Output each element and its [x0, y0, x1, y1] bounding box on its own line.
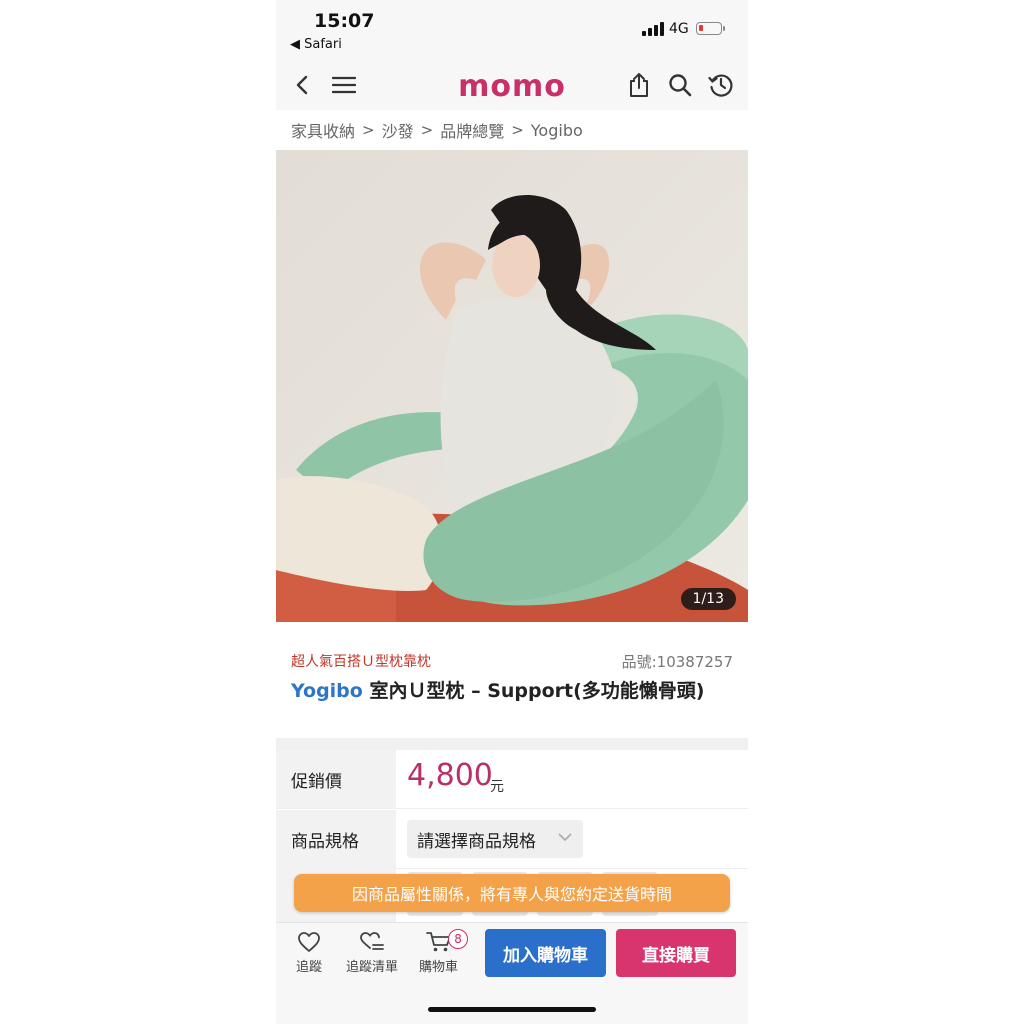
chevron-right-icon: > [362, 121, 375, 139]
product-title: Yogibo 室內Ｕ型枕 – Support(多功能懶骨頭) [291, 676, 704, 703]
status-time: 15:07 [314, 10, 375, 32]
top-nav: momo [276, 60, 748, 110]
network-type: 4G [669, 21, 689, 37]
breadcrumb-item-brands[interactable]: 品牌總覽 [440, 118, 504, 142]
history-icon[interactable] [704, 68, 738, 102]
follow-label: 追蹤 [296, 960, 323, 975]
delivery-notice-banner: 因商品屬性關係，將有專人與您約定送貨時間 [294, 874, 730, 912]
cart-label: 購物車 [419, 960, 459, 975]
wishlist-label: 追蹤清單 [346, 960, 399, 975]
add-to-cart-button[interactable]: 加入購物車 [485, 929, 606, 977]
chevron-right-icon: > [511, 121, 524, 139]
battery-icon [696, 22, 725, 35]
breadcrumb-item-furniture[interactable]: 家具收納 [291, 118, 355, 142]
price-row: 促銷價 4,800 元 [276, 750, 748, 809]
heart-list-icon [360, 932, 384, 950]
section-divider [276, 738, 748, 750]
menu-icon[interactable] [327, 68, 361, 102]
breadcrumb-item-sofa[interactable]: 沙發 [382, 118, 414, 142]
product-photo [276, 150, 748, 622]
chevron-right-icon: > [420, 121, 434, 139]
price-unit: 元 [490, 779, 504, 795]
follow-button[interactable]: 追蹤 [296, 931, 322, 975]
phone-screen: 15:07 ◀ Safari 4G momo 家具收納 > 沙發 > 品牌總覽 … [276, 0, 748, 1024]
search-icon[interactable] [663, 68, 697, 102]
cart-button[interactable]: 購物車 8 [419, 929, 469, 975]
buy-now-button[interactable]: 直接購買 [616, 929, 736, 977]
momo-logo[interactable]: momo [444, 70, 580, 100]
price-label: 促銷價 [276, 750, 396, 808]
breadcrumb-item-yogibo[interactable]: Yogibo [531, 121, 583, 140]
svg-text:momo: momo [458, 70, 566, 100]
product-image-gallery[interactable]: 1/13 [276, 150, 748, 622]
product-sku: 品號:10387257 [621, 653, 733, 671]
spec-row: 商品規格 請選擇商品規格 [276, 810, 748, 869]
back-icon[interactable] [286, 68, 320, 102]
spec-label: 商品規格 [276, 810, 396, 868]
home-indicator[interactable] [428, 1007, 596, 1012]
breadcrumb: 家具收納 > 沙發 > 品牌總覽 > Yogibo [291, 118, 583, 142]
cart-count-badge: 8 [448, 929, 469, 949]
wishlist-button[interactable]: 追蹤清單 [346, 931, 398, 975]
brand-link[interactable]: Yogibo [291, 680, 363, 702]
signal-icon [642, 22, 664, 36]
status-bar: 15:07 ◀ Safari 4G [276, 0, 748, 60]
share-icon[interactable] [622, 68, 656, 102]
back-to-safari-link[interactable]: ◀ Safari [290, 37, 342, 52]
spec-select-value: 請選擇商品規格 [417, 831, 536, 852]
product-tagline: 超人氣百搭Ｕ型枕靠枕 [291, 654, 431, 670]
product-name: 室內Ｕ型枕 – Support(多功能懶骨頭) [362, 680, 705, 702]
image-counter: 1/13 [680, 588, 736, 610]
chevron-down-icon [557, 829, 573, 850]
promo-price: 4,800 [407, 758, 493, 793]
heart-icon [298, 932, 320, 952]
spec-select[interactable]: 請選擇商品規格 [407, 820, 583, 858]
